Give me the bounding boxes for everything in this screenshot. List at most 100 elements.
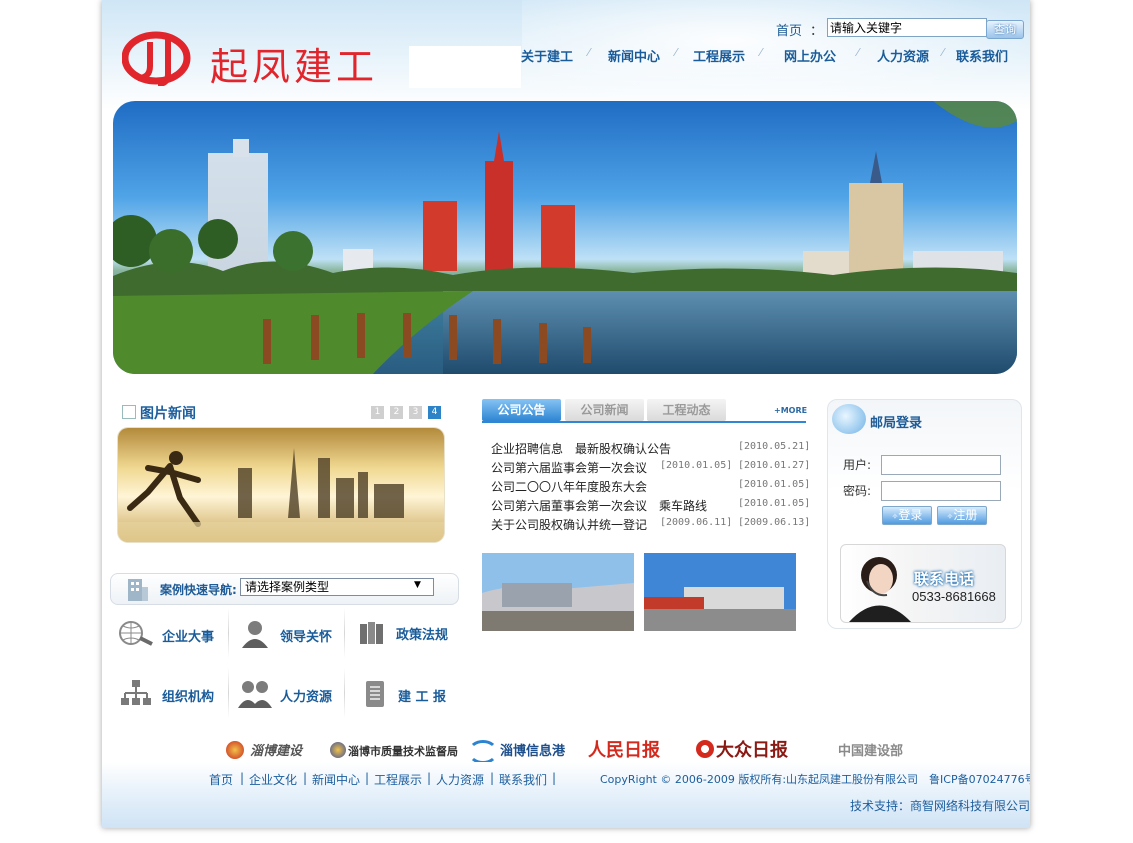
tech-support-text: 技术支持：商智网络科技有限公司 xyxy=(850,799,1030,813)
partner-quality-bureau[interactable]: 淄博市质量技术监督局 xyxy=(348,743,458,759)
news-item-date: [2010.01.05] xyxy=(738,479,811,490)
news-item-extra-date: [2010.01.05] xyxy=(660,460,733,471)
partner-ministry-construction[interactable]: 中国建设部 xyxy=(838,740,903,759)
emblem-icon xyxy=(226,741,244,759)
document-icon xyxy=(366,681,384,707)
news-item-title[interactable]: 企业招聘信息 最新股权确认公告 xyxy=(491,440,671,457)
password-label: 密码: xyxy=(843,484,872,498)
news-item-date: [2010.01.27] xyxy=(738,460,811,471)
divider xyxy=(344,608,345,658)
project-photo-1 xyxy=(482,553,634,631)
search-input[interactable] xyxy=(827,18,987,37)
tab-announcements[interactable]: 公司公告 xyxy=(482,399,561,421)
news-item-title[interactable]: 关于公司股权确认并统一登记 xyxy=(491,516,647,533)
emblem-icon xyxy=(330,742,346,758)
quick-link-leaders[interactable]: 领导关怀 xyxy=(232,608,344,658)
chevron-down-icon[interactable]: ▼ xyxy=(414,580,421,590)
divider xyxy=(228,668,229,718)
nav-item-office[interactable]: 网上办公 xyxy=(784,46,836,65)
quick-link-events[interactable]: 企业大事 xyxy=(114,608,226,658)
mail-icon xyxy=(832,404,866,434)
tab-project-updates[interactable]: 工程动态 xyxy=(647,399,726,421)
footer-link-news[interactable]: 新闻中心 xyxy=(312,771,360,788)
footer-separator: | xyxy=(303,771,308,785)
building-icon xyxy=(128,579,148,601)
nav-item-news[interactable]: 新闻中心 xyxy=(608,46,660,65)
nav-item-hr[interactable]: 人力资源 xyxy=(877,46,929,65)
nav-separator: ⁄ xyxy=(588,46,590,59)
nav-item-about[interactable]: 关于建工 xyxy=(521,46,573,65)
project-thumbnail[interactable] xyxy=(482,553,634,631)
quick-link-label: 企业大事 xyxy=(162,630,215,645)
project-photo-2 xyxy=(644,553,796,631)
picture-news-image[interactable] xyxy=(118,428,444,542)
quick-link-label: 领导关怀 xyxy=(280,630,333,645)
footer-link-culture[interactable]: 企业文化 xyxy=(249,771,297,788)
quick-link-policy[interactable]: 政策法规 xyxy=(350,608,462,658)
news-item-title[interactable]: 公司第六届监事会第一次会议 xyxy=(491,459,647,476)
news-item-date: [2010.01.05] xyxy=(738,498,811,509)
picture-page-4[interactable]: 4 xyxy=(428,406,441,419)
footer-separator: | xyxy=(240,771,245,785)
newspaper-logo-icon xyxy=(696,740,714,758)
nav-separator: ⁄ xyxy=(760,46,762,59)
news-item-extra-date: [2009.06.11] xyxy=(660,517,733,528)
login-button-label: 登录 xyxy=(898,508,923,522)
quick-link-organization[interactable]: 组织机构 xyxy=(114,668,226,718)
binders-icon xyxy=(360,622,383,644)
partner-zibo-construction[interactable]: 淄博建设 xyxy=(250,740,302,759)
city-lake-illustration xyxy=(113,101,1017,374)
quick-link-label: 政策法规 xyxy=(396,628,449,643)
nav-separator: ⁄ xyxy=(942,46,944,59)
people-icon xyxy=(238,681,272,708)
quick-link-hr[interactable]: 人力资源 xyxy=(232,668,344,718)
copyright-text: CopyRight © 2006-2009 版权所有:山东起凤建工股份有限公司 … xyxy=(600,773,1030,786)
picture-news-icon xyxy=(122,405,136,419)
register-button[interactable]: ✧注册 xyxy=(937,506,987,525)
quick-link-label: 建 工 报 xyxy=(398,690,447,705)
info-port-logo-icon xyxy=(468,740,498,764)
search-button[interactable]: 查询 xyxy=(986,20,1024,39)
runner-skyline-illustration xyxy=(118,448,444,542)
nav-item-contact[interactable]: 联系我们 xyxy=(956,46,1008,65)
partner-info-port[interactable]: 淄博信息港 xyxy=(500,740,565,759)
footer-separator: | xyxy=(552,771,557,785)
footer-link-hr[interactable]: 人力资源 xyxy=(436,771,484,788)
more-link[interactable]: +MORE xyxy=(774,406,807,415)
footer-link-home[interactable]: 首页 xyxy=(209,771,233,788)
org-chart-icon xyxy=(121,680,151,705)
footer-separator: | xyxy=(427,771,432,785)
password-input[interactable] xyxy=(881,481,1001,501)
picture-page-2[interactable]: 2 xyxy=(390,406,403,419)
tabs-underline xyxy=(482,421,806,423)
picture-page-1[interactable]: 1 xyxy=(371,406,384,419)
nav-item-projects[interactable]: 工程展示 xyxy=(693,46,745,65)
news-item-title[interactable]: 公司第六届董事会第一次会议 乘车路线 xyxy=(491,497,707,514)
picture-page-3[interactable]: 3 xyxy=(409,406,422,419)
partner-peoples-daily[interactable]: 人民日报 xyxy=(588,736,660,762)
hero-banner xyxy=(113,101,1017,374)
footer-link-projects[interactable]: 工程展示 xyxy=(374,771,422,788)
tab-company-news[interactable]: 公司新闻 xyxy=(565,399,644,421)
logo-text[interactable]: 起凤建工 xyxy=(210,36,378,91)
case-type-select[interactable]: 请选择案例类型 xyxy=(240,578,434,596)
home-link[interactable]: 首页 xyxy=(776,20,802,39)
register-button-label: 注册 xyxy=(953,508,978,522)
footer-link-contact[interactable]: 联系我们 xyxy=(499,771,547,788)
login-button[interactable]: ✧登录 xyxy=(882,506,932,525)
picture-news-title: 图片新闻 xyxy=(140,406,196,422)
home-colon: ： xyxy=(810,24,824,39)
username-input[interactable] xyxy=(881,455,1001,475)
nav-separator: ⁄ xyxy=(857,46,859,59)
partner-dazhong-daily[interactable]: 大众日报 xyxy=(716,736,788,762)
divider xyxy=(228,608,229,658)
news-item-title[interactable]: 公司二〇〇八年年度股东大会 xyxy=(491,478,647,495)
person-icon xyxy=(242,621,268,648)
footer-separator: | xyxy=(490,771,495,785)
mail-login-title: 邮局登录 xyxy=(870,416,923,431)
project-thumbnail[interactable] xyxy=(644,553,796,631)
quick-link-newspaper[interactable]: 建 工 报 xyxy=(350,668,462,718)
news-item-date: [2009.06.13] xyxy=(738,517,811,528)
nav-separator: ⁄ xyxy=(675,46,677,59)
user-label: 用户: xyxy=(843,458,872,472)
